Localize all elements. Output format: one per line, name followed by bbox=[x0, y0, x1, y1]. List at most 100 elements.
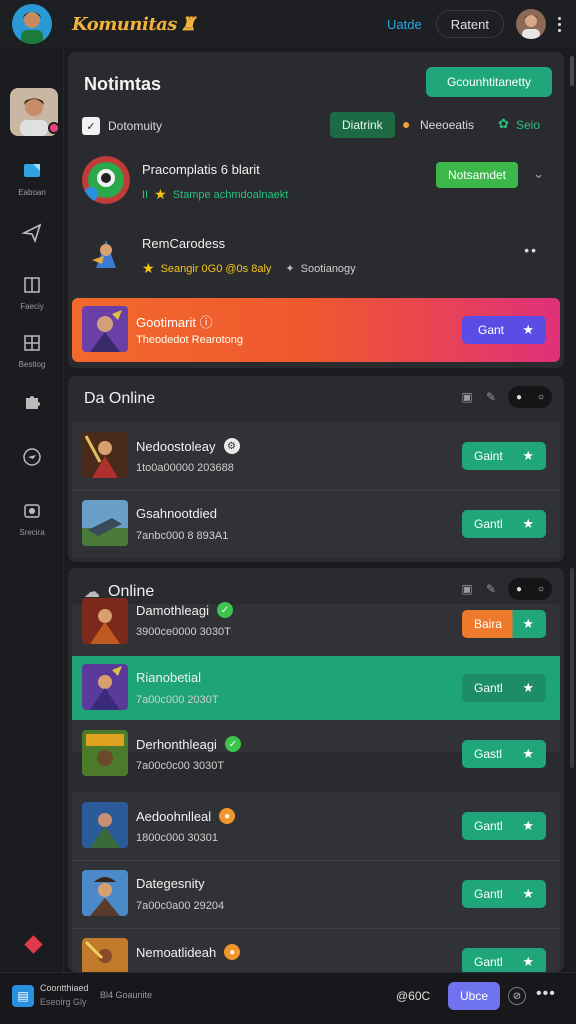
sidebar-item-srecira[interactable]: Srecira bbox=[0, 500, 64, 537]
game-title: Gsahnootdied bbox=[136, 506, 217, 521]
get-button[interactable]: Gantl ★ bbox=[462, 948, 546, 972]
get-button[interactable]: Gantl ★ bbox=[462, 674, 546, 702]
edit-icon[interactable]: ✎ bbox=[484, 390, 498, 404]
notification-sub-text-2: Sootianogy bbox=[300, 262, 356, 275]
more-icon[interactable]: •• bbox=[524, 242, 538, 258]
sidebar-item-label: Faeciy bbox=[20, 302, 44, 311]
notification-item[interactable]: Pracomplatis 6 blarit II ★ Stampe achmdo… bbox=[82, 156, 552, 216]
bottom-title: Coontthiaed bbox=[40, 983, 89, 993]
game-sub: 1800c000 30301 bbox=[136, 832, 218, 844]
game-sub: 7a00c000 2030T bbox=[136, 694, 219, 706]
coin-icon: ● bbox=[219, 808, 236, 824]
game-row[interactable]: Aedoohnlleal ● 1800c000 30301 Gantl ★ bbox=[72, 792, 560, 860]
main-content: Notimtas Gcounhtitanetty ✓ Dotomuity Dia… bbox=[64, 48, 576, 972]
brand-logo: Komunitas ♜ bbox=[72, 13, 196, 35]
info-icon: ⓘ bbox=[199, 315, 213, 330]
game-row[interactable]: Dategesnity 7a00c0a00 29204 Gantl ★ bbox=[72, 860, 560, 928]
game-title: Dategesnity bbox=[136, 876, 205, 891]
grid-icon bbox=[24, 335, 40, 351]
game-thumbnail bbox=[82, 870, 128, 916]
community-label: Dotomuity bbox=[108, 119, 163, 133]
community-chip[interactable]: Diatrink bbox=[330, 112, 395, 138]
sidebar-avatar[interactable] bbox=[10, 88, 58, 136]
star-icon: ★ bbox=[154, 186, 167, 202]
get-button[interactable]: Gantl ★ bbox=[462, 510, 546, 538]
get-button[interactable]: Gantl ★ bbox=[462, 880, 546, 908]
star-icon: ★ bbox=[142, 260, 155, 276]
chat-icon bbox=[24, 164, 40, 177]
sidebar-item-eaboan[interactable]: Eaboan bbox=[0, 160, 64, 197]
get-button[interactable]: Gaint ★ bbox=[462, 442, 546, 470]
section-title: Da Online bbox=[84, 390, 156, 407]
bottom-action-button[interactable]: Ubce bbox=[448, 982, 500, 1010]
scrollbar-track[interactable] bbox=[570, 568, 574, 768]
scrollbar[interactable] bbox=[570, 56, 574, 86]
top-pill-button[interactable]: Ratent bbox=[435, 10, 504, 38]
promo-sub: Theodedot Rearotong bbox=[136, 334, 244, 346]
sidebar-item-puzzle[interactable] bbox=[0, 390, 64, 412]
lock-icon[interactable]: ▣ bbox=[460, 582, 474, 596]
puzzle-icon bbox=[26, 396, 40, 409]
game-title: Rianobetial bbox=[136, 670, 202, 685]
user-avatar[interactable] bbox=[12, 4, 52, 44]
chevron-down-icon[interactable]: ⌄ bbox=[533, 166, 544, 182]
notification-avatar bbox=[82, 156, 130, 204]
edit-icon[interactable]: ✎ bbox=[484, 582, 498, 596]
section-online: ☁ Online ▣ ✎ ● ○ Damothleagi ✓ 3900ce0000 3… bbox=[68, 568, 564, 972]
sidebar-item-label: Srecira bbox=[19, 528, 45, 537]
diamond-icon[interactable] bbox=[24, 935, 43, 954]
top-link[interactable]: Uatde bbox=[387, 17, 422, 32]
bottom-sub: Eseoirg Gly bbox=[40, 997, 87, 1007]
sidebar-item-bestiog[interactable]: Bestiog bbox=[0, 332, 64, 369]
game-row[interactable]: Nedoostoleay ⚙ 1to0a00000 203688 Gaint ★ bbox=[72, 422, 560, 490]
game-row[interactable]: Derhonthleagi ✓ 7a00c0c00 3030T Gastl ★ bbox=[72, 720, 560, 788]
sidebar-item-faeciy[interactable]: Faeciy bbox=[0, 274, 64, 311]
check-icon: ✓ bbox=[224, 736, 241, 752]
paper-plane-icon bbox=[21, 223, 42, 244]
game-thumbnail bbox=[82, 802, 128, 848]
game-thumbnail bbox=[82, 938, 128, 972]
game-thumbnail bbox=[82, 664, 128, 710]
section-da-online: Da Online ▣ ✎ ● ○ Nedoostoleay ⚙ 1to0a0000… bbox=[68, 376, 564, 562]
sidebar-item-compass[interactable] bbox=[0, 446, 64, 468]
community-action-button[interactable]: Gcounhtitanetty bbox=[426, 67, 552, 97]
profile-avatar[interactable] bbox=[516, 9, 546, 39]
promo-banner[interactable]: Gootimarit ⓘ Theodedot Rearotong Gant ★ bbox=[72, 298, 560, 362]
view-toggle[interactable]: ● ○ bbox=[508, 386, 552, 408]
community-item: Neeoeatis bbox=[420, 118, 475, 132]
game-row[interactable]: Damothleagi ✓ 3900ce0000 3030T Baira ★ bbox=[72, 598, 560, 648]
game-row[interactable]: Nemoatlideah ● Gantl ★ bbox=[72, 928, 560, 972]
notification-action-button[interactable]: Notsamdet bbox=[435, 162, 518, 188]
star-icon: ★ bbox=[522, 818, 534, 833]
app-icon[interactable]: ▤ bbox=[12, 985, 34, 1007]
game-row[interactable]: Gsahnootdied 7anbc000 8 893A1 Gantl ★ bbox=[72, 490, 560, 558]
lock-icon[interactable]: ▣ bbox=[460, 390, 474, 404]
notification-item[interactable]: RemCarodess ★ Seangir 0G0 @0s 8aly ✦ Soo… bbox=[82, 230, 552, 290]
coin-icon: ● bbox=[224, 944, 241, 960]
star-icon: ★ bbox=[522, 516, 534, 531]
game-title: Nemoatlideah ● bbox=[136, 944, 241, 960]
brand-badge-icon: ♜ bbox=[179, 13, 196, 35]
notifications-panel: Notimtas Gcounhtitanetty ✓ Dotomuity Dia… bbox=[68, 52, 564, 368]
game-thumbnail bbox=[82, 500, 128, 546]
bottom-bar: ▤ Coontthiaed Eseoirg Gly Bl4 Goaunite @… bbox=[0, 972, 576, 1024]
gear-icon[interactable]: ✿ bbox=[498, 116, 509, 132]
view-toggle[interactable]: ● ○ bbox=[508, 578, 552, 600]
notification-title: Pracomplatis 6 blarit bbox=[142, 162, 260, 177]
get-button[interactable]: Baira ★ bbox=[462, 610, 546, 638]
star-icon: ★ bbox=[522, 322, 534, 337]
section-tools: ▣ ✎ ● ○ bbox=[460, 386, 552, 408]
gear-icon: ✦ bbox=[285, 263, 295, 275]
checkbox[interactable]: ✓ bbox=[82, 117, 100, 135]
more-icon[interactable]: ••• bbox=[536, 985, 556, 1003]
promo-get-button[interactable]: Gant ★ bbox=[462, 316, 546, 344]
more-icon[interactable] bbox=[554, 16, 564, 32]
game-thumbnail bbox=[82, 432, 128, 478]
circle-icon[interactable]: ⊘ bbox=[508, 987, 526, 1005]
community-status[interactable]: Seio bbox=[516, 118, 540, 132]
game-row-selected[interactable]: Rianobetial 7a00c000 2030T Gantl ★ bbox=[72, 656, 560, 720]
get-button[interactable]: Gantl ★ bbox=[462, 812, 546, 840]
sidebar-item-label: Eaboan bbox=[18, 188, 46, 197]
sidebar-item-send[interactable] bbox=[0, 222, 64, 244]
get-button[interactable]: Gastl ★ bbox=[462, 740, 546, 768]
